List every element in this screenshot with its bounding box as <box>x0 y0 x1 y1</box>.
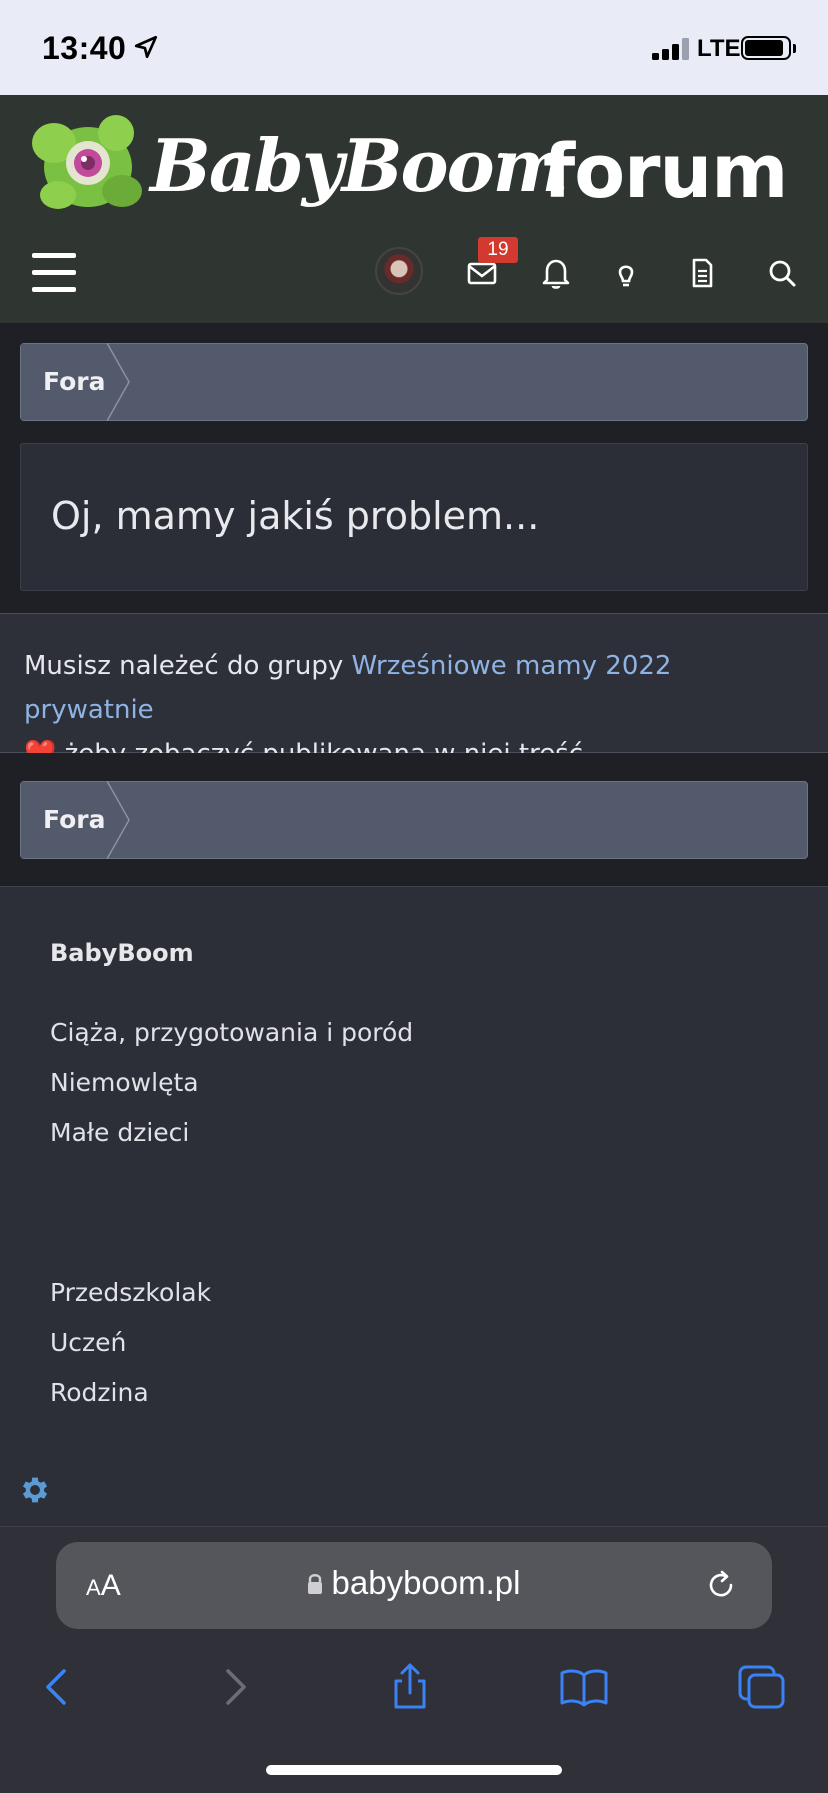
error-notice: Musisz należeć do grupy Wrześniowe mamy … <box>0 613 828 769</box>
menu-icon[interactable] <box>32 253 76 293</box>
status-bar: 13:40 LTE <box>0 0 828 95</box>
title-box: Oj, mamy jakiś problem... <box>20 443 808 591</box>
header-nav: 19 <box>0 237 828 323</box>
footer-link[interactable]: Uczeń <box>50 1328 126 1357</box>
document-icon[interactable] <box>680 251 724 295</box>
footer-link[interactable]: Małe dzieci <box>50 1118 189 1147</box>
home-indicator <box>266 1765 562 1775</box>
breadcrumb-separator <box>107 781 130 859</box>
logo-trademark: ™ <box>498 151 509 164</box>
location-arrow-icon <box>134 35 158 59</box>
battery-icon <box>741 36 791 60</box>
search-icon[interactable] <box>760 251 804 295</box>
inbox-count-badge: 19 <box>478 237 518 263</box>
footer-link[interactable]: Niemowlęta <box>50 1068 199 1097</box>
back-icon[interactable] <box>28 1657 88 1717</box>
site-header: BabyBoom ™ forum 19 <box>0 95 828 323</box>
breadcrumb-bottom: Fora <box>20 781 808 859</box>
footer-link[interactable]: Przedszkolak <box>50 1278 211 1307</box>
avatar[interactable] <box>375 247 423 295</box>
bell-icon[interactable] <box>534 251 578 295</box>
gear-icon[interactable] <box>18 1473 52 1507</box>
forward-icon[interactable] <box>206 1657 266 1717</box>
status-time: 13:40 <box>42 30 127 66</box>
breadcrumb-separator <box>107 343 130 421</box>
signal-icon <box>652 38 690 60</box>
bookmarks-icon[interactable] <box>554 1657 614 1717</box>
tabs-icon[interactable] <box>732 1657 792 1717</box>
logo-text[interactable]: BabyBoom <box>150 123 569 208</box>
network-type: LTE <box>697 35 741 62</box>
footer-link[interactable]: Rodzina <box>50 1378 149 1407</box>
url-text: babyboom.pl <box>331 1564 521 1601</box>
footer-link[interactable]: Ciąża, przygotowania i poród <box>50 1018 413 1047</box>
address-bar[interactable]: AA babyboom.pl <box>56 1542 772 1629</box>
lightbulb-icon[interactable] <box>604 251 648 295</box>
battery-nub <box>793 44 796 53</box>
browser-toolbar: AA babyboom.pl <box>0 1526 828 1793</box>
footer-title[interactable]: BabyBoom <box>50 939 194 967</box>
page-title: Oj, mamy jakiś problem... <box>51 494 540 538</box>
share-icon[interactable] <box>380 1657 440 1717</box>
babyboom-logo-icon[interactable] <box>26 105 154 225</box>
breadcrumb: Fora <box>20 343 808 421</box>
notice-text: Musisz należeć do grupy <box>24 651 352 681</box>
reload-icon[interactable] <box>704 1568 738 1602</box>
logo-forum-text[interactable]: forum <box>543 129 788 215</box>
